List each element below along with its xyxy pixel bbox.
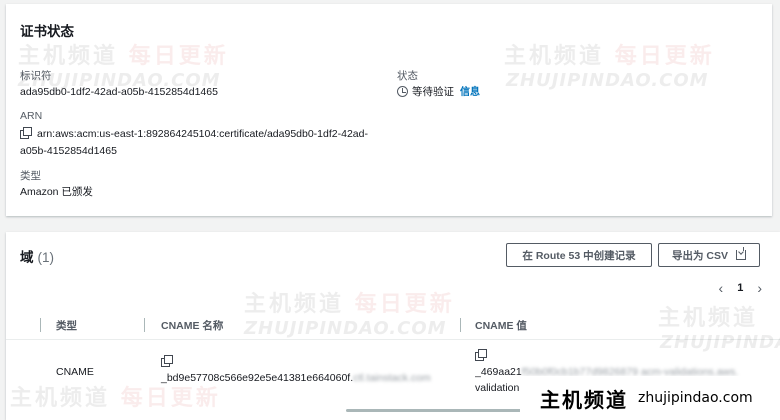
arn-label: ARN bbox=[20, 110, 43, 122]
site-badge-name: 主机频道 bbox=[540, 387, 628, 412]
row-type: CNAME bbox=[56, 366, 94, 378]
cname-name-visible: _bd9e57708c566e92e5e41381e664060f. bbox=[161, 372, 354, 384]
pagination: ‹ 1 › bbox=[719, 280, 762, 296]
column-header-cname-value[interactable]: CNAME 值 bbox=[475, 318, 527, 333]
site-badge-url: zhujipindao.com bbox=[638, 390, 753, 406]
column-separator[interactable] bbox=[144, 318, 145, 332]
cname-name-cell: _bd9e57708c566e92e5e41381e664060f.ctl.ta… bbox=[161, 354, 431, 386]
arn-value-wrapper: arn:aws:acm:us-east-1:892864245104:certi… bbox=[20, 126, 368, 160]
status-label: 状态 bbox=[397, 70, 418, 82]
chevron-right-icon[interactable]: › bbox=[757, 280, 762, 296]
cname-value-line2: validation bbox=[475, 382, 520, 394]
clock-icon bbox=[397, 86, 408, 97]
export-csv-label: 导出为 CSV bbox=[671, 249, 728, 262]
status-value: 等待验证 bbox=[412, 86, 454, 98]
arn-value-line2: a05b-4152854d1465 bbox=[20, 145, 117, 157]
identifier-label: 标识符 bbox=[20, 70, 52, 82]
type-label: 类型 bbox=[20, 170, 41, 182]
identifier-value: ada95db0-1df2-42ad-a05b-4152854d1465 bbox=[20, 86, 218, 98]
copy-cname-name-icon[interactable] bbox=[161, 355, 173, 367]
status-info-link[interactable]: 信息 bbox=[460, 87, 480, 98]
create-route53-records-label: 在 Route 53 中创建记录 bbox=[522, 249, 636, 262]
domains-count: (1) bbox=[37, 250, 55, 265]
certificate-status-title: 证书状态 bbox=[20, 24, 74, 39]
download-icon bbox=[736, 247, 746, 260]
domains-title: 域 bbox=[20, 250, 34, 265]
type-value: Amazon 已颁发 bbox=[20, 186, 93, 198]
table-header: 类型 CNAME 名称 CNAME 值 bbox=[6, 310, 780, 340]
page-number[interactable]: 1 bbox=[737, 282, 743, 294]
copy-arn-icon[interactable] bbox=[20, 127, 32, 139]
horizontal-scrollbar[interactable] bbox=[346, 409, 526, 412]
site-badge: 主机频道 zhujipindao.com bbox=[520, 376, 780, 420]
export-csv-button[interactable]: 导出为 CSV bbox=[658, 243, 760, 267]
copy-cname-value-icon[interactable] bbox=[475, 349, 487, 361]
column-separator[interactable] bbox=[460, 318, 461, 332]
create-route53-records-button[interactable]: 在 Route 53 中创建记录 bbox=[506, 243, 652, 267]
chevron-left-icon[interactable]: ‹ bbox=[719, 280, 724, 296]
status-value-wrapper: 等待验证 信息 bbox=[397, 84, 480, 101]
column-header-type[interactable]: 类型 bbox=[56, 318, 77, 333]
domains-title-wrapper: 域 (1) bbox=[20, 246, 54, 266]
certificate-status-panel: 证书状态 标识符 ada95db0-1df2-42ad-a05b-4152854… bbox=[6, 4, 772, 216]
cname-name-hidden: ctl.tainstack.com bbox=[353, 372, 431, 384]
column-separator[interactable] bbox=[40, 318, 41, 332]
column-header-cname-name[interactable]: CNAME 名称 bbox=[161, 318, 223, 333]
arn-value-line1: arn:aws:acm:us-east-1:892864245104:certi… bbox=[37, 128, 368, 140]
cname-value-visible: _469aa21 bbox=[475, 366, 522, 378]
